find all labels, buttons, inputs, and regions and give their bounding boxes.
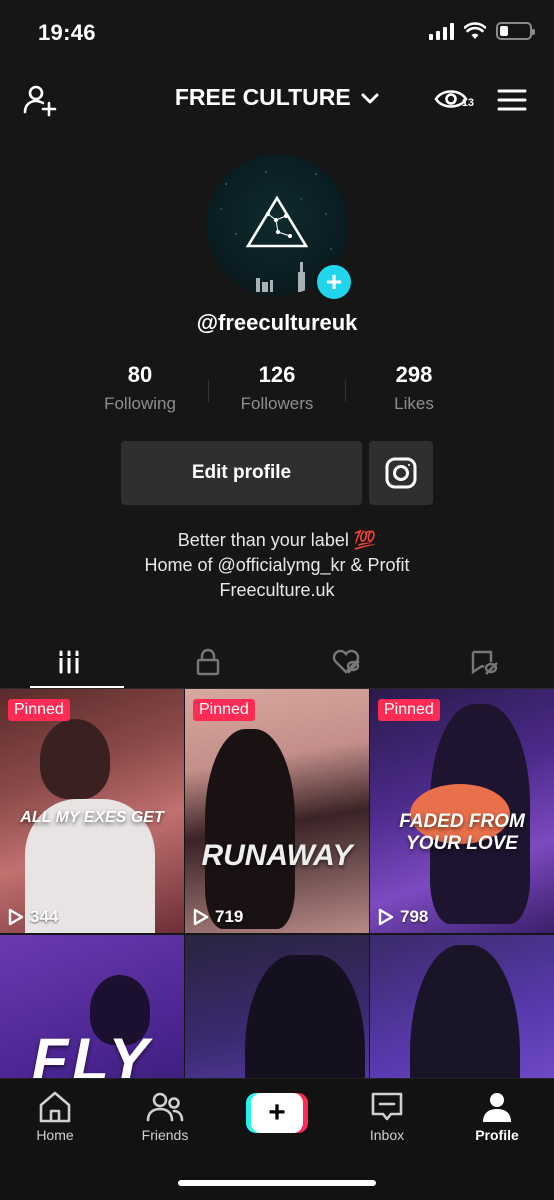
play-count: 344 — [8, 907, 58, 927]
play-icon — [8, 908, 24, 926]
video-caption: ALL MY EXES GET — [20, 809, 164, 826]
instagram-icon — [385, 457, 417, 489]
play-count: 719 — [193, 907, 243, 927]
stat-divider — [208, 380, 209, 402]
nav-profile[interactable]: Profile — [452, 1087, 542, 1143]
video-thumbnail — [205, 729, 295, 929]
play-count-value: 798 — [400, 907, 429, 926]
stat-likes[interactable]: 298 Likes — [346, 362, 482, 414]
home-icon — [39, 1091, 71, 1123]
inbox-icon — [371, 1092, 403, 1121]
account-name: FREE CULTURE — [174, 84, 351, 110]
stat-following[interactable]: 80 Following — [72, 362, 208, 414]
hamburger-menu-icon — [497, 89, 527, 111]
nav-label: Home — [36, 1127, 74, 1143]
status-icons — [429, 22, 535, 40]
video-tile[interactable] — [370, 935, 554, 1079]
stat-label: Followers — [240, 394, 314, 413]
battery-fill — [500, 26, 509, 36]
nav-label: Inbox — [369, 1127, 405, 1143]
video-thumbnail — [40, 719, 110, 799]
stat-value: 298 — [395, 362, 433, 387]
username: @freecultureuk — [196, 310, 358, 335]
profile-icon — [483, 1093, 511, 1122]
nav-inbox[interactable]: Inbox — [342, 1087, 432, 1143]
play-icon — [378, 908, 394, 926]
home-indicator — [178, 1180, 376, 1186]
tab-private[interactable] — [139, 636, 278, 688]
profile-stats: 80 Following 126 Followers 298 Likes — [72, 362, 482, 414]
bookmark-hidden-icon — [471, 650, 498, 675]
nav-label: Friends — [141, 1127, 189, 1143]
stat-value: 80 — [127, 362, 153, 387]
video-thumbnail — [410, 945, 520, 1079]
edit-profile-button[interactable]: Edit profile — [121, 441, 362, 505]
video-tile[interactable]: Pinned ALL MY EXES GET 344 — [0, 689, 184, 933]
video-tile[interactable]: FLY — [0, 935, 184, 1079]
nav-friends[interactable]: Friends — [120, 1087, 210, 1143]
video-tile[interactable]: Pinned FADED FROM YOUR LOVE 798 — [370, 689, 554, 933]
videos-grid-icon — [57, 650, 82, 674]
create-button[interactable]: + — [246, 1093, 308, 1133]
play-count-value: 719 — [215, 907, 244, 926]
tab-favorites[interactable] — [416, 636, 554, 688]
plus-icon: + — [325, 266, 343, 297]
stat-label: Likes — [394, 394, 434, 413]
battery-icon — [496, 22, 535, 40]
chevron-down-icon — [361, 93, 379, 104]
status-bar: 19:46 — [0, 0, 554, 68]
instagram-button[interactable] — [369, 441, 433, 505]
video-tile[interactable] — [185, 935, 369, 1079]
bio-link[interactable]: Freeculture.uk — [0, 578, 554, 603]
lock-icon — [196, 648, 219, 676]
friends-icon — [146, 1092, 184, 1122]
stat-label: Following — [104, 394, 176, 413]
add-avatar-button[interactable]: + — [314, 262, 354, 302]
play-icon — [193, 908, 209, 926]
video-caption: FLY — [31, 1026, 153, 1079]
heart-hidden-icon — [333, 649, 361, 674]
pinned-badge: Pinned — [193, 699, 255, 721]
bio: Better than your label 💯 Home of @offici… — [0, 528, 554, 603]
top-nav: FREE CULTURE 13 — [0, 72, 554, 126]
status-time: 19:46 — [38, 20, 96, 45]
content-tabs — [0, 636, 554, 688]
tab-videos[interactable] — [0, 636, 139, 688]
pinned-badge: Pinned — [8, 699, 70, 721]
nav-home[interactable]: Home — [10, 1087, 100, 1143]
video-caption: RUNAWAY — [201, 839, 353, 872]
pinned-badge: Pinned — [378, 699, 440, 721]
video-tile[interactable]: Pinned RUNAWAY 719 — [185, 689, 369, 933]
stat-value: 126 — [258, 362, 296, 387]
nav-label: Profile — [475, 1127, 519, 1143]
profile-views-count: 13 — [461, 97, 474, 109]
signal-icon — [429, 22, 454, 40]
bottom-nav: Home Friends + Inbox Profile — [0, 1078, 554, 1200]
video-caption: FADED FROM YOUR LOVE — [399, 811, 525, 854]
video-thumbnail — [245, 955, 365, 1079]
stat-followers[interactable]: 126 Followers — [209, 362, 345, 414]
tab-liked[interactable] — [277, 636, 416, 688]
menu-button[interactable] — [492, 80, 532, 120]
plus-icon: + — [251, 1093, 303, 1133]
bio-line: Home of @officialymg_kr & Profit — [144, 555, 410, 575]
video-grid: Pinned ALL MY EXES GET 344 Pinned RUNAWA… — [0, 689, 554, 1079]
wifi-icon — [464, 22, 486, 39]
bio-line: Better than your label 💯 — [177, 530, 377, 550]
play-count: 798 — [378, 907, 428, 927]
stat-divider — [345, 380, 346, 402]
play-count-value: 344 — [30, 907, 59, 926]
